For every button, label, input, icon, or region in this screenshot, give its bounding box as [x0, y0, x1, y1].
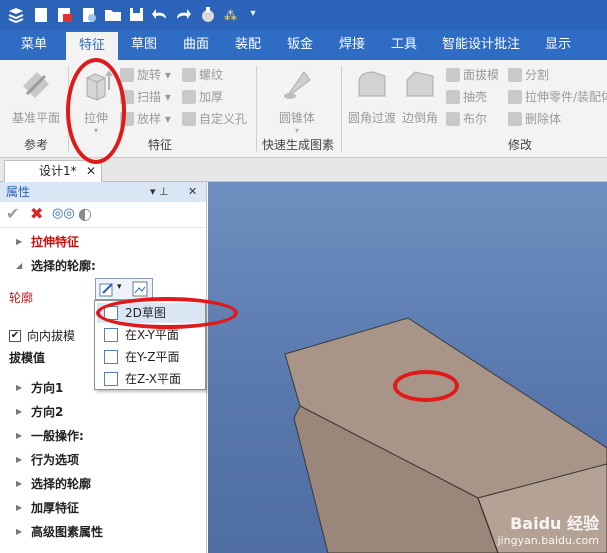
material-icon[interactable] — [199, 6, 217, 24]
split-button[interactable]: 分割 — [508, 65, 549, 85]
datum-plane-icon — [23, 72, 49, 98]
sketch-pencil-icon — [99, 283, 113, 297]
custom-hole-icon — [182, 112, 196, 126]
split-icon — [508, 68, 522, 82]
cone-button[interactable]: 圆锥体 ▾ — [270, 68, 324, 135]
preview-glasses-icon[interactable]: ◎◎ — [52, 205, 75, 223]
tab-tools[interactable]: 工具 — [382, 30, 426, 60]
sketch-icon — [104, 328, 118, 342]
group-label-modify: 修改 — [507, 138, 532, 152]
chamfer-button[interactable]: 边倒角 — [400, 68, 440, 126]
ribbon-separator — [341, 66, 342, 152]
tab-sketch[interactable]: 草图 — [122, 30, 166, 60]
expand-icon[interactable]: ▶ — [16, 230, 22, 254]
collapse-icon[interactable]: ◢ — [16, 254, 22, 278]
ribbon-separator — [256, 66, 257, 152]
shell-icon — [446, 90, 460, 104]
watermark: Baidu 经验 jingyan.baidu.com — [497, 514, 599, 547]
shading-icon[interactable]: ◐ — [78, 205, 92, 223]
tab-display[interactable]: 显示 — [536, 30, 580, 60]
menu-bar: 菜单 特征 草图 曲面 装配 钣金 焊接 工具 智能设计批注 显示 — [0, 30, 607, 60]
fillet-button[interactable]: 圆角过渡 — [346, 68, 398, 126]
sweep-button[interactable]: 扫描 ▾ — [120, 87, 171, 107]
group-label-reference: 参考 — [23, 138, 48, 152]
cancel-icon[interactable]: ✖ — [30, 205, 43, 223]
profile-selector-button[interactable]: ▾ — [95, 278, 153, 300]
delete-body-button[interactable]: 删除体 — [508, 109, 561, 129]
tab-menu[interactable]: 菜单 — [10, 30, 58, 60]
chamfer-icon — [406, 71, 434, 97]
pin-icon[interactable]: ▾ ⊥ — [150, 182, 169, 202]
section-thicken[interactable]: ▶ 加厚特征 — [0, 496, 206, 520]
cone-dropdown-icon[interactable]: ▾ — [270, 126, 324, 135]
tab-sheet-metal[interactable]: 钣金 — [278, 30, 322, 60]
section-general-ops[interactable]: ▶ 一般操作: — [0, 424, 206, 448]
tab-welding[interactable]: 焊接 — [330, 30, 374, 60]
app-logo-icon[interactable] — [7, 6, 25, 24]
redo-icon[interactable] — [175, 7, 191, 23]
extrude-feature-row[interactable]: ▶ 拉伸特征 — [0, 230, 206, 254]
annotation-circle-extrude — [66, 58, 126, 164]
thicken-icon — [182, 90, 196, 104]
close-icon[interactable]: ✕ — [188, 182, 197, 202]
sketch-icon — [104, 372, 118, 386]
box-model[interactable] — [208, 182, 607, 553]
cone-icon — [284, 71, 311, 99]
print-icon[interactable] — [81, 7, 97, 23]
pull-part-icon — [508, 90, 522, 104]
svg-text:⁂: ⁂ — [224, 9, 237, 24]
revolve-icon — [120, 68, 134, 82]
undo-icon[interactable] — [152, 7, 168, 23]
section-advanced[interactable]: ▶ 高级图素属性 — [0, 520, 206, 544]
3d-viewport[interactable]: Baidu 经验 jingyan.baidu.com — [208, 182, 607, 553]
menu-item-yz-plane[interactable]: 在Y-Z平面 — [97, 347, 205, 367]
group-label-quick: 快速生成图素 — [261, 138, 334, 152]
shell-button[interactable]: 抽壳 — [446, 87, 487, 107]
boolean-button[interactable]: 布尔 — [446, 109, 487, 129]
thread-button[interactable]: 螺纹 — [182, 65, 223, 85]
annotation-circle-2d-sketch — [96, 297, 238, 329]
close-icon[interactable]: ✕ — [86, 161, 96, 181]
save-icon[interactable] — [129, 7, 144, 22]
thread-icon — [182, 68, 196, 82]
panel-title: 属性 — [6, 185, 31, 199]
sparkle-icon[interactable]: ⁂ — [223, 6, 241, 24]
boolean-icon — [446, 112, 460, 126]
folder-icon[interactable] — [104, 8, 122, 22]
draft-face-button[interactable]: 面拔模 — [446, 65, 499, 85]
datum-plane-button[interactable]: 基准平面 — [8, 68, 64, 126]
thicken-button[interactable]: 加厚 — [182, 87, 223, 107]
group-label-feature: 特征 — [147, 138, 172, 152]
delete-body-icon — [508, 112, 522, 126]
menu-item-zx-plane[interactable]: 在Z-X平面 — [97, 369, 205, 389]
panel-toolbar: ✔ ✖ ◎◎ ◐ — [0, 202, 206, 228]
document-tab[interactable]: 设计1* ✕ — [4, 160, 102, 182]
dropdown-icon[interactable]: ▾ — [245, 6, 261, 22]
tab-smart-design[interactable]: 智能设计批注 — [438, 30, 524, 60]
revolve-button[interactable]: 旋转 ▾ — [120, 65, 171, 85]
loft-button[interactable]: 放样 ▾ — [120, 109, 171, 129]
inward-draft-checkbox[interactable]: ✔ — [9, 330, 21, 342]
sketch-icon — [104, 350, 118, 364]
pull-part-button[interactable]: 拉伸零件/装配体 — [508, 87, 607, 107]
section-behavior[interactable]: ▶ 行为选项 — [0, 448, 206, 472]
annotation-circle-top-face — [393, 370, 459, 402]
open-red-icon[interactable] — [57, 7, 73, 23]
fillet-icon — [358, 71, 386, 97]
selected-profile-row[interactable]: ◢ 选择的轮廓: — [0, 254, 206, 278]
panel-header: 属性 ▾ ⊥ ✕ — [0, 182, 206, 202]
tab-feature[interactable]: 特征 — [66, 32, 118, 60]
new-icon[interactable] — [34, 7, 48, 23]
draft-face-icon — [446, 68, 460, 82]
tab-surface[interactable]: 曲面 — [174, 30, 218, 60]
custom-hole-button[interactable]: 自定义孔 — [182, 109, 247, 129]
quick-access-toolbar: ⁂ ▾ — [0, 0, 607, 30]
section-direction2[interactable]: ▶ 方向2 — [0, 400, 206, 424]
chevron-down-icon[interactable]: ▾ — [117, 282, 122, 292]
confirm-icon[interactable]: ✔ — [6, 205, 19, 223]
sketch-image-icon[interactable] — [132, 281, 148, 297]
section-selected-profile[interactable]: ▶ 选择的轮廓 — [0, 472, 206, 496]
tab-assembly[interactable]: 装配 — [226, 30, 270, 60]
